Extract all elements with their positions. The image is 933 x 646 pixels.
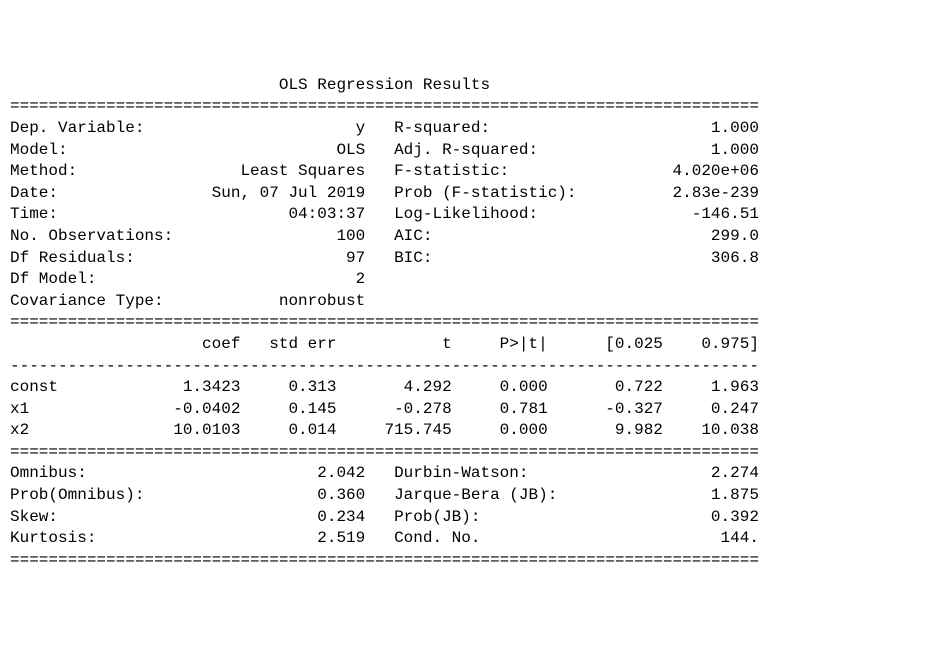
ols-regression-report: OLS Regression Results =================… (10, 75, 759, 572)
